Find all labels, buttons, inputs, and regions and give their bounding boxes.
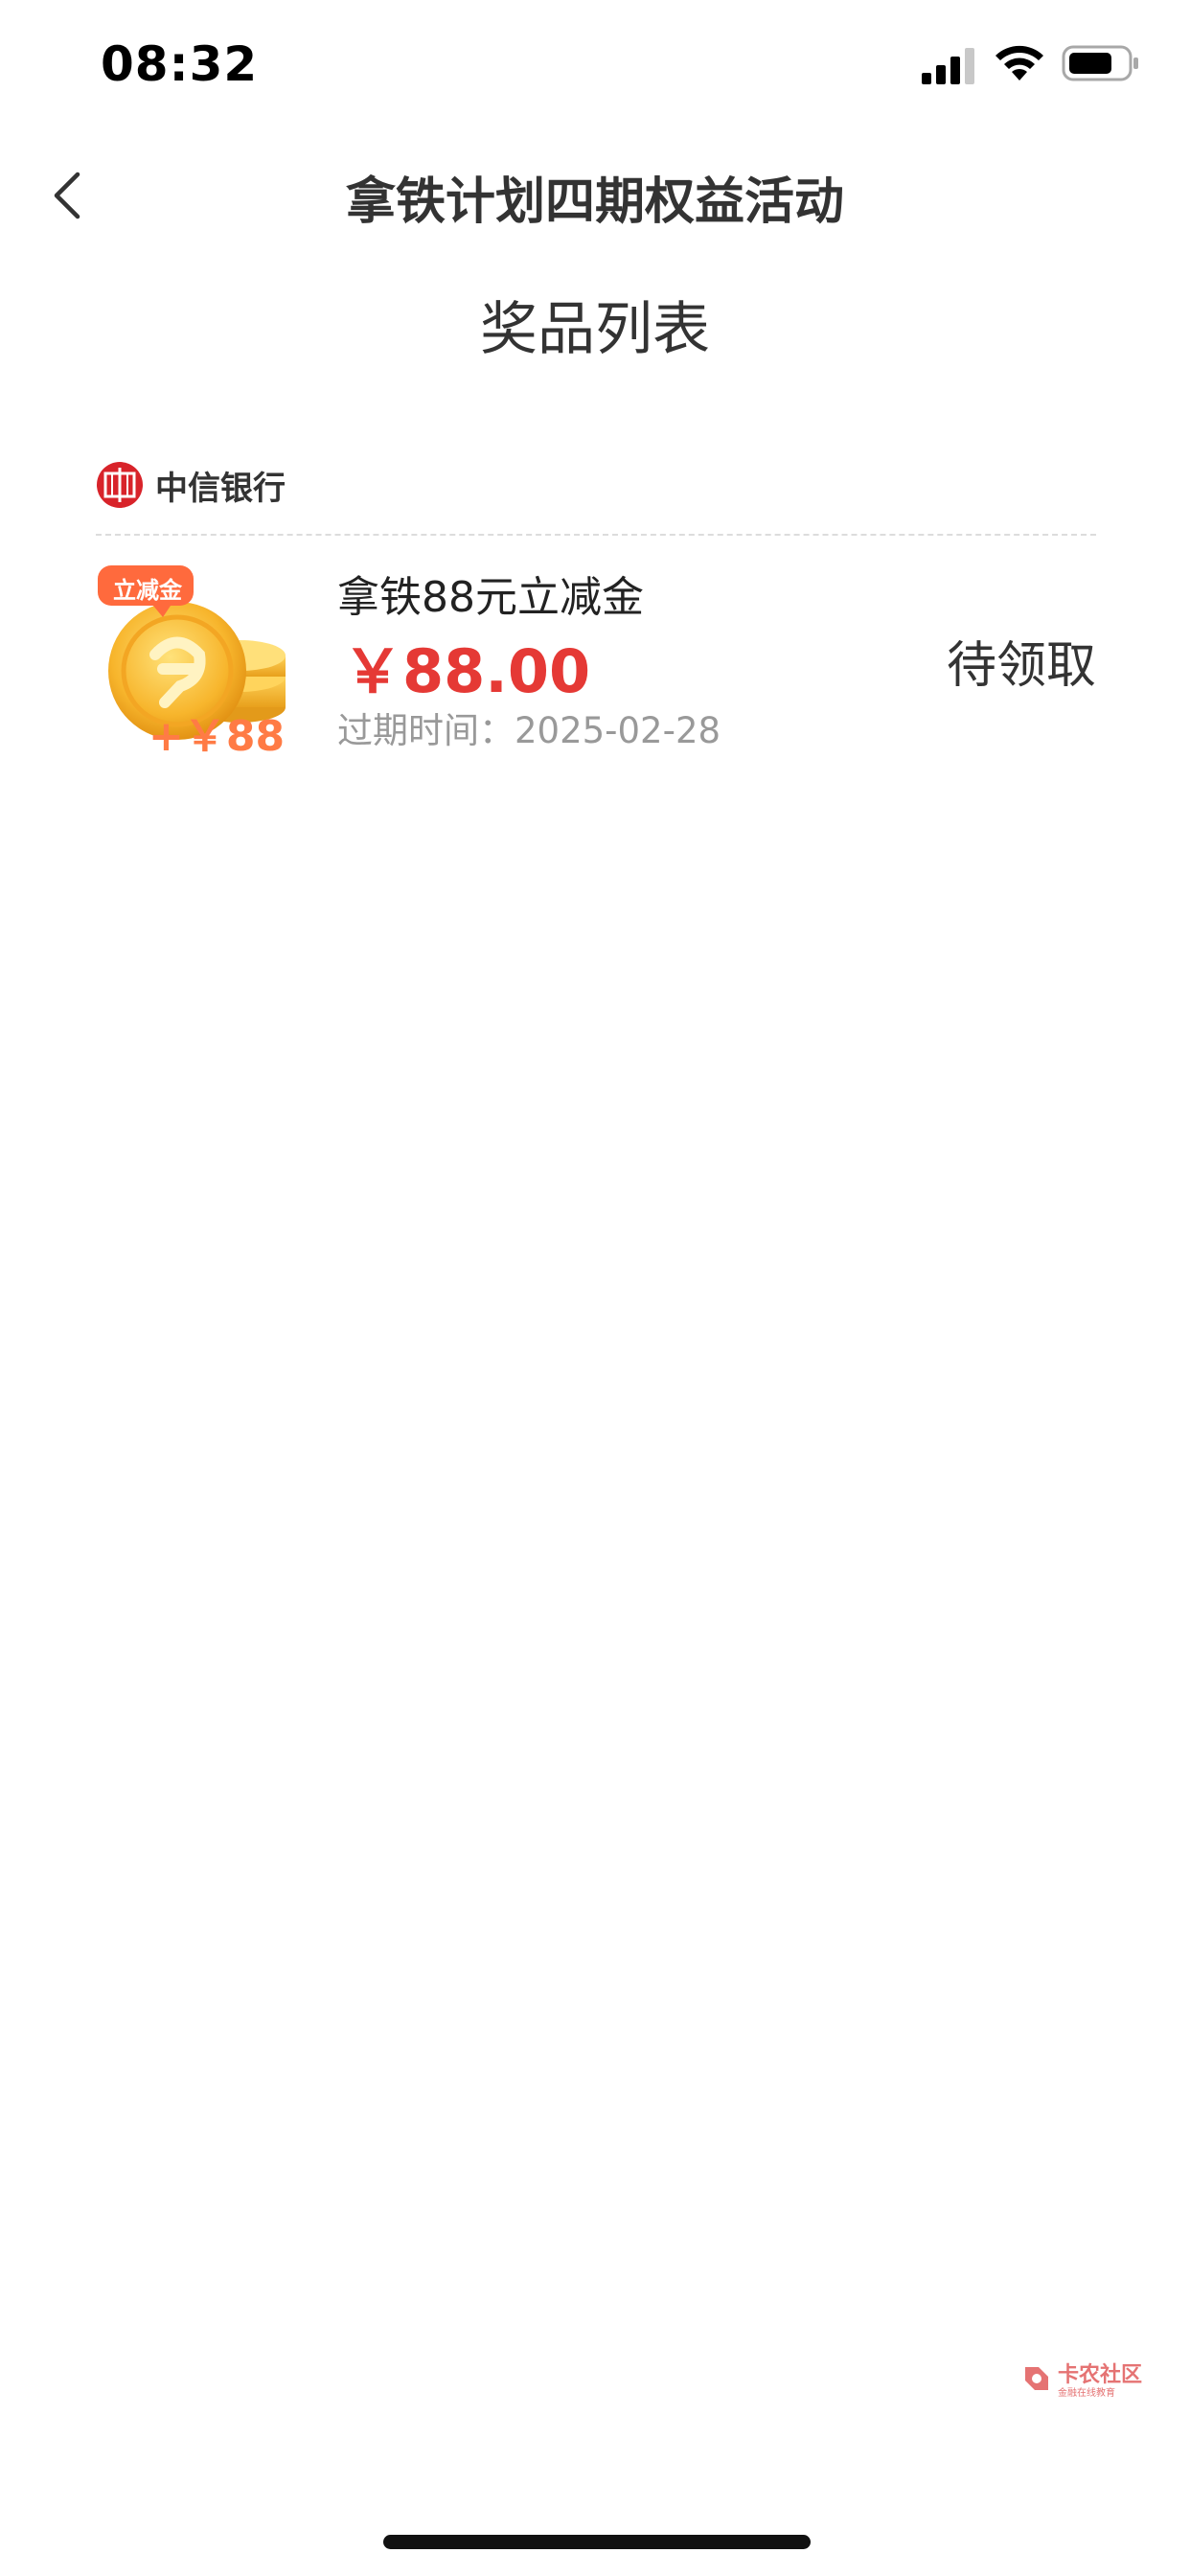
status-bar: 08:32: [0, 0, 1190, 134]
section-title: 奖品列表: [480, 296, 710, 363]
prize-name: 拿铁88元立减金: [337, 573, 644, 622]
watermark: 卡农社区 金融在线教育: [1019, 2358, 1154, 2405]
wifi-icon: [995, 45, 1043, 80]
claim-status-button[interactable]: 待领取: [947, 625, 1096, 697]
coupon-caption-text: +￥88: [149, 712, 286, 761]
divider: [96, 534, 1096, 536]
signal-icon: [922, 48, 974, 84]
coupon-badge-text: 立减金: [113, 577, 182, 604]
watermark-subtext: 金融在线教育: [1058, 2388, 1115, 2399]
bank-name: 中信银行: [155, 469, 286, 508]
home-indicator[interactable]: [383, 2535, 811, 2549]
prize-expiry: 过期时间：2025-02-28: [337, 710, 721, 751]
citic-bank-logo: [97, 462, 143, 508]
status-time: 08:32: [101, 36, 259, 92]
prize-amount: ￥88.00: [343, 636, 591, 706]
page-title: 拿铁计划四期权益活动: [345, 173, 844, 231]
watermark-logo-icon: [1025, 2367, 1048, 2390]
prize-item[interactable]: 立减金 +￥88 拿铁88元立减金 ￥88.00 过期时间：2025-02-28…: [96, 558, 1096, 769]
bank-header: 中信银行: [96, 458, 286, 512]
battery-icon: [1062, 45, 1138, 81]
nav-bar: 拿铁计划四期权益活动: [0, 144, 1190, 249]
